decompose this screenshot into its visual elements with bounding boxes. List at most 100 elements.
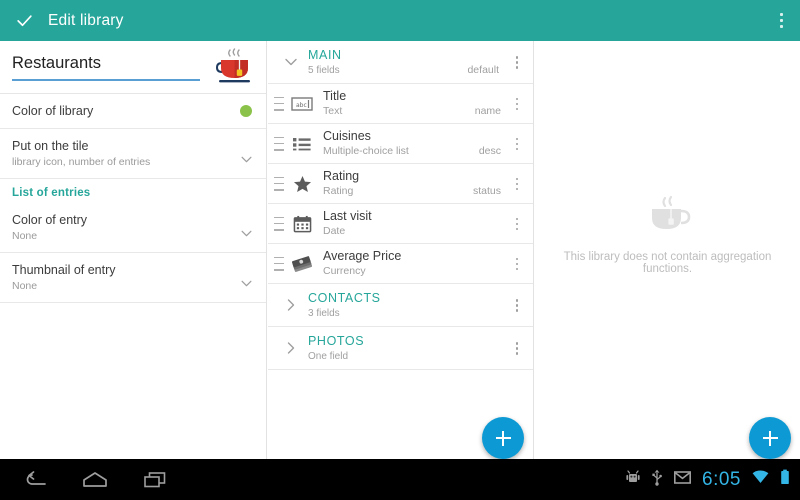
status-icons: 6:05 bbox=[626, 459, 790, 500]
star-icon bbox=[289, 173, 315, 195]
empty-state: This library does not contain aggregatio… bbox=[535, 41, 800, 459]
chevron-down-icon[interactable] bbox=[241, 150, 252, 157]
empty-state-message: This library does not contain aggregatio… bbox=[535, 251, 800, 275]
group-name: MAIN bbox=[308, 48, 342, 63]
battery-icon bbox=[780, 469, 790, 490]
group-overflow-icon[interactable] bbox=[509, 54, 525, 71]
chevron-down-icon[interactable] bbox=[282, 53, 300, 71]
overflow-menu-icon[interactable] bbox=[768, 0, 794, 41]
drag-handle-icon[interactable] bbox=[274, 257, 287, 271]
svg-text:abc: abc bbox=[296, 102, 307, 109]
library-name-row: Restaurants bbox=[0, 41, 266, 94]
field-type: Date bbox=[323, 224, 533, 238]
group-label-wrap: MAIN 5 fields bbox=[308, 48, 342, 77]
usb-icon bbox=[651, 469, 663, 491]
teacup-icon[interactable] bbox=[210, 47, 254, 87]
field-text: Cuisines Multiple-choice list bbox=[323, 129, 533, 158]
group-overflow-icon[interactable] bbox=[509, 297, 525, 314]
field-overflow-icon[interactable] bbox=[509, 256, 525, 273]
bullet-list-icon bbox=[289, 133, 315, 155]
row-color-of-entry[interactable]: Color of entry None bbox=[0, 203, 266, 253]
field-badge: name bbox=[475, 105, 501, 117]
group-subtitle: 5 fields bbox=[308, 64, 342, 77]
field-row[interactable]: abc Title Text name bbox=[268, 84, 533, 124]
app-bar: Edit library bbox=[0, 0, 800, 41]
drag-handle-icon[interactable] bbox=[274, 217, 287, 231]
field-overflow-icon[interactable] bbox=[509, 176, 525, 193]
system-navigation-bar: 6:05 bbox=[0, 459, 800, 500]
plus-icon bbox=[769, 431, 771, 446]
row-title: Color of library bbox=[12, 103, 226, 119]
row-thumbnail-of-entry[interactable]: Thumbnail of entry None bbox=[0, 253, 266, 303]
page-title: Edit library bbox=[48, 12, 124, 30]
row-title: Put on the tile bbox=[12, 138, 226, 154]
field-name: Average Price bbox=[323, 249, 533, 264]
library-name-input[interactable]: Restaurants bbox=[12, 54, 200, 81]
field-badge: desc bbox=[479, 145, 501, 157]
row-put-on-the-tile[interactable]: Put on the tile library icon, number of … bbox=[0, 129, 266, 179]
content-area: Restaurants bbox=[0, 41, 800, 459]
field-row[interactable]: Average Price Currency bbox=[268, 244, 533, 284]
group-header-photos[interactable]: PHOTOS One field bbox=[268, 327, 533, 370]
field-text: Rating Rating bbox=[323, 169, 533, 198]
gmail-icon bbox=[674, 471, 691, 489]
plus-icon bbox=[502, 431, 504, 446]
row-title: Thumbnail of entry bbox=[12, 262, 226, 278]
group-label-wrap: PHOTOS One field bbox=[308, 334, 364, 363]
field-overflow-icon[interactable] bbox=[509, 136, 525, 153]
field-text: Last visit Date bbox=[323, 209, 533, 238]
android-debug-icon bbox=[626, 469, 640, 490]
row-color-of-library[interactable]: Color of library bbox=[0, 94, 266, 129]
row-subtitle: None bbox=[12, 279, 226, 293]
fields-panel: MAIN 5 fields default abc Title bbox=[268, 41, 534, 459]
library-settings-panel: Restaurants bbox=[0, 41, 267, 459]
field-row[interactable]: Last visit Date bbox=[268, 204, 533, 244]
row-subtitle: None bbox=[12, 229, 226, 243]
field-overflow-icon[interactable] bbox=[509, 96, 525, 113]
group-header-main[interactable]: MAIN 5 fields default bbox=[268, 41, 533, 84]
field-name: Rating bbox=[323, 169, 533, 184]
field-name: Last visit bbox=[323, 209, 533, 224]
field-type: Rating bbox=[323, 184, 533, 198]
field-name: Cuisines bbox=[323, 129, 533, 144]
chevron-right-icon[interactable] bbox=[282, 339, 300, 357]
check-icon[interactable] bbox=[4, 0, 44, 41]
field-row[interactable]: Rating Rating status bbox=[268, 164, 533, 204]
group-header-contacts[interactable]: CONTACTS 3 fields bbox=[268, 284, 533, 327]
library-color-swatch[interactable] bbox=[240, 105, 252, 117]
row-title: Color of entry bbox=[12, 212, 226, 228]
calendar-icon bbox=[289, 213, 315, 235]
field-row[interactable]: Cuisines Multiple-choice list desc bbox=[268, 124, 533, 164]
chevron-down-icon[interactable] bbox=[241, 274, 252, 281]
home-icon[interactable] bbox=[82, 469, 108, 491]
group-overflow-icon[interactable] bbox=[509, 340, 525, 357]
group-name: CONTACTS bbox=[308, 291, 381, 306]
group-badge: default bbox=[467, 64, 499, 76]
money-icon bbox=[289, 253, 315, 275]
chevron-right-icon[interactable] bbox=[282, 296, 300, 314]
abc-text-icon: abc bbox=[289, 93, 315, 115]
add-field-fab[interactable] bbox=[482, 417, 524, 459]
field-text: Title Text bbox=[323, 89, 533, 118]
field-type: Text bbox=[323, 104, 533, 118]
group-subtitle: One field bbox=[308, 350, 364, 363]
drag-handle-icon[interactable] bbox=[274, 137, 287, 151]
back-arrow-icon[interactable] bbox=[22, 469, 48, 491]
library-name-field[interactable]: Restaurants bbox=[12, 54, 200, 81]
drag-handle-icon[interactable] bbox=[274, 177, 287, 191]
field-type: Multiple-choice list bbox=[323, 144, 533, 158]
status-clock: 6:05 bbox=[702, 470, 741, 489]
add-aggregation-fab[interactable] bbox=[749, 417, 791, 459]
field-overflow-icon[interactable] bbox=[509, 216, 525, 233]
group-label-wrap: CONTACTS 3 fields bbox=[308, 291, 381, 320]
drag-handle-icon[interactable] bbox=[274, 97, 287, 111]
recents-icon[interactable] bbox=[142, 469, 168, 491]
field-text: Average Price Currency bbox=[323, 249, 533, 278]
row-subtitle: library icon, number of entries bbox=[12, 155, 226, 169]
group-subtitle: 3 fields bbox=[308, 307, 381, 320]
chevron-down-icon[interactable] bbox=[241, 224, 252, 231]
group-name: PHOTOS bbox=[308, 334, 364, 349]
section-label-list-of-entries: List of entries bbox=[0, 179, 266, 199]
teacup-gray-icon bbox=[641, 195, 695, 237]
field-badge: status bbox=[473, 185, 501, 197]
